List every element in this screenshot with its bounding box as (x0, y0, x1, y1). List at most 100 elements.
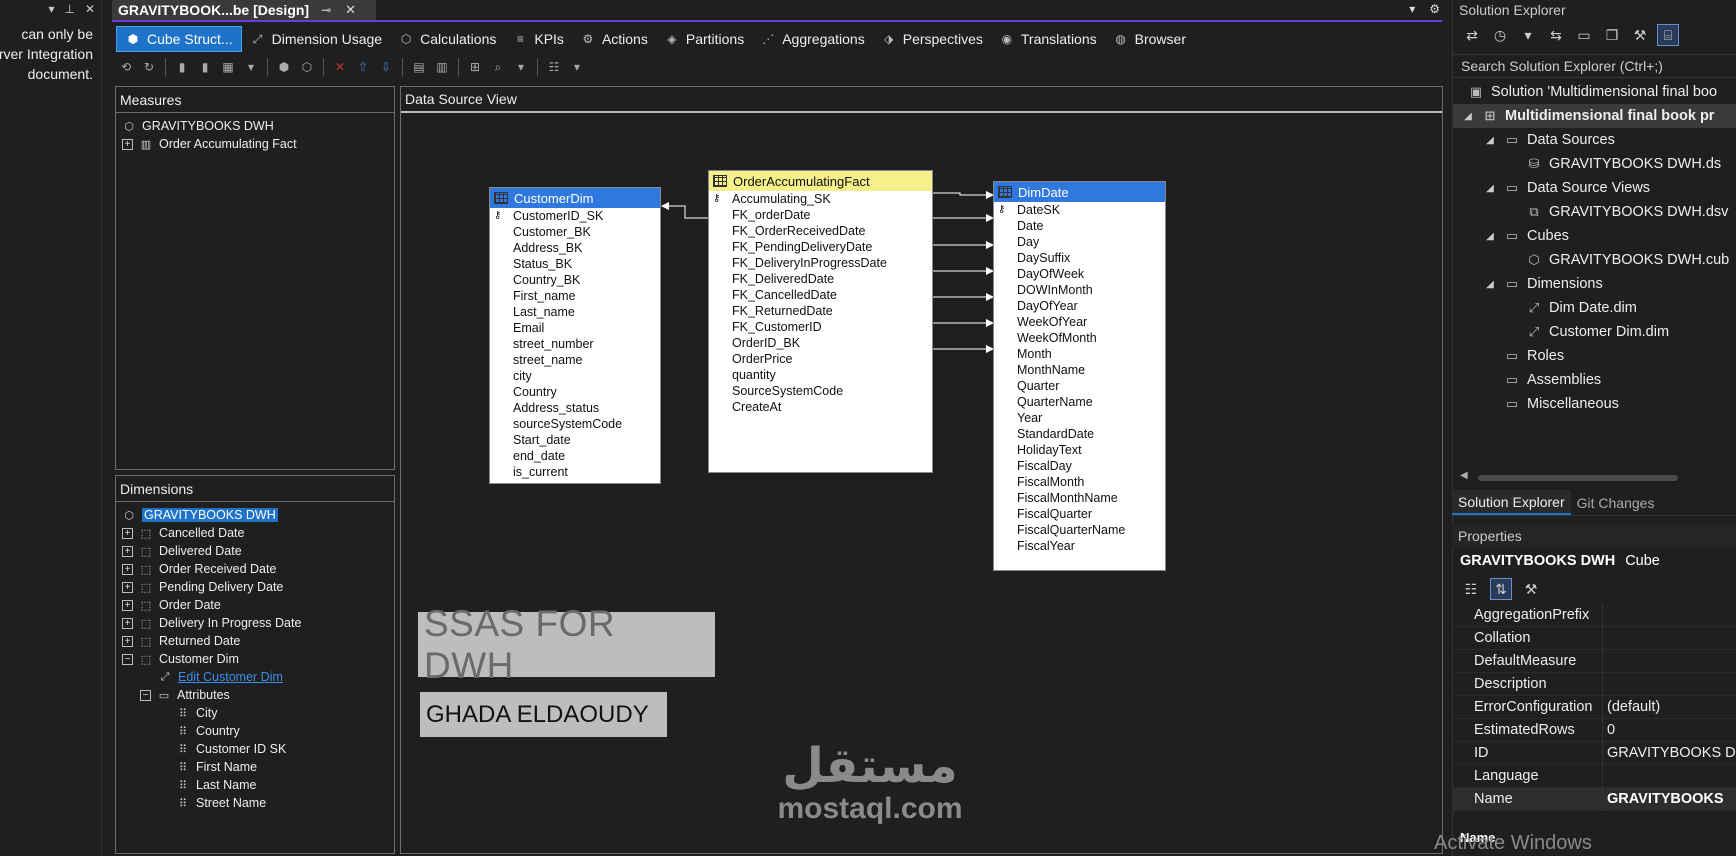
table-column[interactable]: DOWInMonth (994, 282, 1165, 298)
table-column[interactable]: sourceSystemCode (490, 416, 660, 432)
table-column[interactable]: FiscalQuarterName (994, 522, 1165, 538)
dropdown-icon[interactable]: ▾ (48, 2, 54, 16)
find-table-icon[interactable]: ⌕ (488, 57, 508, 77)
expand-icon[interactable]: + (122, 138, 133, 150)
property-row[interactable]: DefaultMeasure (1452, 649, 1736, 673)
table-column[interactable]: Year (994, 410, 1165, 426)
dimensions-root[interactable]: ⬡ GRAVITYBOOKS DWH (122, 506, 394, 524)
table-column[interactable]: Quarter (994, 378, 1165, 394)
property-row[interactable]: ID GRAVITYBOOKS D (1452, 741, 1736, 765)
key-column[interactable]: ⚷ Accumulating_SK (709, 191, 932, 207)
dimension-item[interactable]: + ⬚ Order Date (122, 596, 394, 614)
table-column[interactable]: FiscalDay (994, 458, 1165, 474)
table-column[interactable]: FK_OrderReceivedDate (709, 223, 932, 239)
show-all-files-icon[interactable]: ❐ (1601, 24, 1623, 46)
dimension-item[interactable]: + ⬚ Order Received Date (122, 560, 394, 578)
dimension-item-customer-dim[interactable]: − ⬚ Customer Dim (122, 650, 394, 668)
table-column[interactable]: Status_BK (490, 256, 660, 272)
project-node[interactable]: ◢ ⊞ Multidimensional final book pr (1453, 104, 1736, 128)
expanded-arrow-icon[interactable]: ◢ (1483, 279, 1497, 290)
table-column[interactable]: FiscalYear (994, 538, 1165, 554)
attribute-item[interactable]: ⠿ Street Name (122, 794, 394, 812)
tab-aggregations[interactable]: ⋰ Aggregations (752, 26, 873, 52)
tab-actions[interactable]: ⚙ Actions (572, 26, 656, 52)
arrange-dropdown-icon[interactable]: ▾ (567, 57, 587, 77)
table-column[interactable]: SourceSystemCode (709, 383, 932, 399)
settings-gear-icon[interactable]: ⚙ (1429, 2, 1440, 16)
table-column[interactable]: HolidayText (994, 442, 1165, 458)
table-column[interactable]: Last_name (490, 304, 660, 320)
key-column[interactable]: ⚷ DateSK (994, 202, 1165, 218)
table-column[interactable]: FiscalMonthName (994, 490, 1165, 506)
tab-kpis[interactable]: ≡ KPIs (504, 26, 572, 52)
expand-icon[interactable]: + (122, 545, 133, 557)
table-column[interactable]: FK_DeliveryInProgressDate (709, 255, 932, 271)
alphabetical-icon[interactable]: ⇅ (1490, 578, 1512, 600)
property-row[interactable]: Language (1452, 764, 1736, 788)
scrollbar-thumb[interactable] (1478, 475, 1678, 481)
delete-icon[interactable]: ✕ (330, 57, 350, 77)
dimension-item[interactable]: + ⬚ Returned Date (122, 632, 394, 650)
table-column[interactable]: DayOfWeek (994, 266, 1165, 282)
move-down-icon[interactable]: ⇩ (376, 57, 396, 77)
folder-miscellaneous[interactable]: ▭ Miscellaneous (1453, 392, 1736, 416)
solution-explorer-hscrollbar[interactable]: ◀ (1452, 470, 1736, 484)
expand-icon[interactable]: + (122, 581, 133, 593)
table-column[interactable]: Date (994, 218, 1165, 234)
folder-roles[interactable]: ▭ Roles (1453, 344, 1736, 368)
table-column[interactable]: QuarterName (994, 394, 1165, 410)
key-column[interactable]: ⚷ CustomerID_SK (490, 208, 660, 224)
dimension-item[interactable]: + ⬚ Cancelled Date (122, 524, 394, 542)
tab-git-changes[interactable]: Git Changes (1571, 490, 1661, 515)
table-column[interactable]: quantity (709, 367, 932, 383)
table-column[interactable]: FK_PendingDeliveryDate (709, 239, 932, 255)
table-column[interactable]: Start_date (490, 432, 660, 448)
tab-solution-explorer[interactable]: Solution Explorer (1452, 490, 1571, 515)
table-column[interactable]: Country (490, 384, 660, 400)
property-row[interactable]: AggregationPrefix (1452, 603, 1736, 627)
table-column[interactable]: OrderID_BK (709, 335, 932, 351)
property-row[interactable]: Collation (1452, 626, 1736, 650)
file-data-source[interactable]: ⛁ GRAVITYBOOKS DWH.ds (1453, 152, 1736, 176)
attribute-item[interactable]: ⠿ Last Name (122, 776, 394, 794)
table-column[interactable]: Address_status (490, 400, 660, 416)
expand-icon[interactable]: + (122, 599, 133, 611)
new-measure-icon[interactable]: ▮ (172, 57, 192, 77)
property-row-selected[interactable]: Name GRAVITYBOOKS (1452, 787, 1736, 811)
folder-assemblies[interactable]: ▭ Assemblies (1453, 368, 1736, 392)
property-row[interactable]: ErrorConfiguration (default) (1452, 695, 1736, 719)
tab-perspectives[interactable]: ⬗ Perspectives (873, 26, 991, 52)
collapse-all-icon[interactable]: ▭ (1573, 24, 1595, 46)
table-column[interactable]: end_date (490, 448, 660, 464)
edit-customer-dim-link[interactable]: Edit Customer Dim (178, 670, 283, 684)
grid-dropdown-icon[interactable]: ▾ (241, 57, 261, 77)
table-column[interactable]: DayOfYear (994, 298, 1165, 314)
table-column[interactable]: street_number (490, 336, 660, 352)
tab-partitions[interactable]: ◈ Partitions (656, 26, 752, 52)
table-column[interactable]: FiscalQuarter (994, 506, 1165, 522)
tab-list-dropdown-icon[interactable]: ▾ (1409, 2, 1415, 16)
table-column[interactable]: Address_BK (490, 240, 660, 256)
folder-data-source-views[interactable]: ◢ ▭ Data Source Views (1453, 176, 1736, 200)
preview-selected-icon[interactable]: ⌸ (1657, 24, 1679, 46)
tab-translations[interactable]: ◉ Translations (991, 26, 1105, 52)
switch-views-icon[interactable]: ⇄ (1461, 24, 1483, 46)
folder-data-sources[interactable]: ◢ ▭ Data Sources (1453, 128, 1736, 152)
history-dropdown-icon[interactable]: ▾ (1517, 24, 1539, 46)
table-column[interactable]: Month (994, 346, 1165, 362)
folder-cubes[interactable]: ◢ ▭ Cubes (1453, 224, 1736, 248)
attributes-folder[interactable]: − ▭ Attributes (122, 686, 394, 704)
table-customerdim[interactable]: CustomerDim ⚷ CustomerID_SK Customer_BK A… (489, 187, 661, 484)
tab-calculations[interactable]: ⬡ Calculations (390, 26, 504, 52)
new-linked-object-icon[interactable]: ⬡ (297, 57, 317, 77)
file-data-source-view[interactable]: ⧉ GRAVITYBOOKS DWH.dsv (1453, 200, 1736, 224)
expand-icon[interactable]: + (122, 527, 133, 539)
expanded-arrow-icon[interactable]: ◢ (1461, 111, 1475, 122)
attribute-item[interactable]: ⠿ First Name (122, 758, 394, 776)
move-up-icon[interactable]: ⇧ (353, 57, 373, 77)
close-tab-icon[interactable]: ✕ (345, 2, 356, 18)
attribute-item[interactable]: ⠿ Customer ID SK (122, 740, 394, 758)
file-cube[interactable]: ⬡ GRAVITYBOOKS DWH.cub (1453, 248, 1736, 272)
property-row[interactable]: EstimatedRows 0 (1452, 718, 1736, 742)
measures-root[interactable]: ⬡ GRAVITYBOOKS DWH (122, 117, 394, 135)
